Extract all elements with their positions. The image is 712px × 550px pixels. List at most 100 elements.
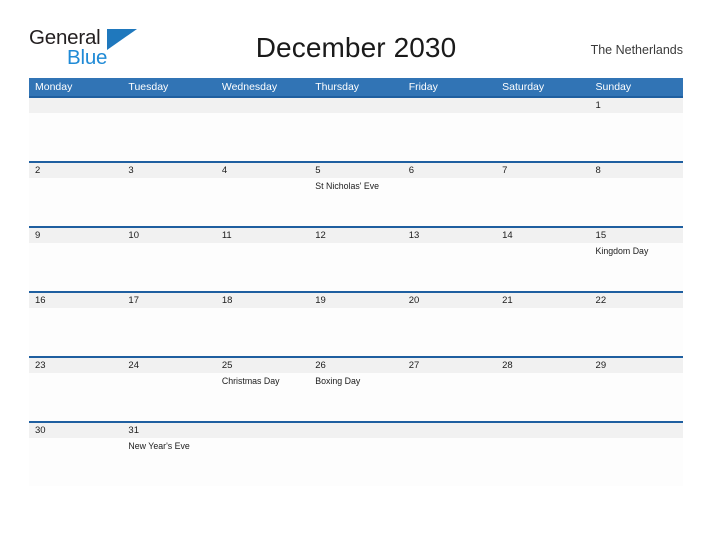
- day-number[interactable]: [496, 423, 589, 438]
- week-event-band: [29, 308, 683, 356]
- week-event-band: New Year's Eve: [29, 438, 683, 486]
- weekday-header-row: Monday Tuesday Wednesday Thursday Friday…: [29, 78, 683, 96]
- day-number[interactable]: 19: [309, 293, 402, 308]
- page-title: December 2030: [255, 32, 457, 63]
- day-event: [122, 308, 215, 356]
- day-number[interactable]: [309, 98, 402, 113]
- day-event: [29, 438, 122, 486]
- day-event: [122, 178, 215, 226]
- day-event: [29, 243, 122, 291]
- day-number[interactable]: 12: [309, 228, 402, 243]
- day-number[interactable]: [496, 98, 589, 113]
- day-event: [403, 373, 496, 421]
- day-number[interactable]: 9: [29, 228, 122, 243]
- day-number[interactable]: [216, 98, 309, 113]
- day-event: St Nicholas' Eve: [315, 181, 380, 191]
- day-number[interactable]: 25: [216, 358, 309, 373]
- day-event: [216, 113, 309, 161]
- day-number[interactable]: 11: [216, 228, 309, 243]
- day-event: [496, 243, 589, 291]
- weekday-thursday: Thursday: [315, 81, 360, 93]
- week-date-band: 2 3 4 5 6 7 8: [29, 163, 683, 178]
- day-event: [309, 243, 402, 291]
- day-number[interactable]: [309, 423, 402, 438]
- week-row: 30 31 New Year's Eve: [29, 421, 683, 486]
- week-event-band: [29, 113, 683, 161]
- day-event: [29, 178, 122, 226]
- day-number[interactable]: 18: [216, 293, 309, 308]
- day-event: Boxing Day: [315, 376, 361, 386]
- weekday-tuesday: Tuesday: [128, 81, 169, 93]
- day-event: [216, 438, 309, 486]
- weekday-saturday: Saturday: [502, 81, 545, 93]
- day-number[interactable]: [403, 98, 496, 113]
- week-row: 2 3 4 5 6 7 8 St Nicholas' Eve: [29, 161, 683, 226]
- day-number[interactable]: 17: [122, 293, 215, 308]
- day-number[interactable]: [403, 423, 496, 438]
- week-date-band: 23 24 25 26 27 28 29: [29, 358, 683, 373]
- day-number[interactable]: 15: [590, 228, 683, 243]
- day-event: [216, 243, 309, 291]
- day-event: [216, 308, 309, 356]
- day-number[interactable]: 10: [122, 228, 215, 243]
- day-number[interactable]: [590, 423, 683, 438]
- day-event: [590, 438, 683, 486]
- day-event: [496, 438, 589, 486]
- day-number[interactable]: 16: [29, 293, 122, 308]
- day-event: [403, 178, 496, 226]
- day-event: [309, 438, 402, 486]
- day-event: [309, 113, 402, 161]
- day-number[interactable]: [216, 423, 309, 438]
- day-number[interactable]: 13: [403, 228, 496, 243]
- day-number[interactable]: 26: [309, 358, 402, 373]
- day-number[interactable]: 1: [590, 98, 683, 113]
- day-event: [29, 373, 122, 421]
- weekday-monday: Monday: [35, 81, 73, 93]
- day-number[interactable]: 8: [590, 163, 683, 178]
- weekday-sunday: Sunday: [595, 81, 632, 93]
- day-number[interactable]: 3: [122, 163, 215, 178]
- day-number[interactable]: 2: [29, 163, 122, 178]
- week-event-band: Kingdom Day: [29, 243, 683, 291]
- day-number[interactable]: [29, 98, 122, 113]
- day-number[interactable]: 21: [496, 293, 589, 308]
- day-number[interactable]: 20: [403, 293, 496, 308]
- day-event: New Year's Eve: [128, 441, 190, 451]
- day-number[interactable]: 30: [29, 423, 122, 438]
- day-number[interactable]: 29: [590, 358, 683, 373]
- week-date-band: 9 10 11 12 13 14 15: [29, 228, 683, 243]
- week-date-band: 1: [29, 98, 683, 113]
- day-number[interactable]: 27: [403, 358, 496, 373]
- day-number[interactable]: 7: [496, 163, 589, 178]
- day-number[interactable]: 23: [29, 358, 122, 373]
- country-label: The Netherlands: [590, 43, 683, 57]
- day-number[interactable]: 24: [122, 358, 215, 373]
- day-event: [590, 178, 683, 226]
- day-event: [309, 308, 402, 356]
- day-event: [216, 178, 309, 226]
- week-row: 23 24 25 26 27 28 29 Christmas Day Boxin…: [29, 356, 683, 421]
- week-event-band: St Nicholas' Eve: [29, 178, 683, 226]
- day-number[interactable]: 4: [216, 163, 309, 178]
- day-event: Christmas Day: [221, 376, 280, 386]
- day-number[interactable]: 31: [122, 423, 215, 438]
- week-date-band: 30 31: [29, 423, 683, 438]
- day-event: [122, 113, 215, 161]
- day-event: [403, 308, 496, 356]
- day-event: [29, 308, 122, 356]
- calendar-page: General Blue December 2030 The Netherlan…: [0, 0, 712, 550]
- day-number[interactable]: [122, 98, 215, 113]
- day-event: [496, 373, 589, 421]
- day-number[interactable]: 5: [309, 163, 402, 178]
- week-row: 16 17 18 19 20 21 22: [29, 291, 683, 356]
- day-event: Kingdom Day: [595, 246, 649, 256]
- weekday-wednesday: Wednesday: [221, 81, 278, 93]
- week-date-band: 16 17 18 19 20 21 22: [29, 293, 683, 308]
- day-number[interactable]: 28: [496, 358, 589, 373]
- day-number[interactable]: 22: [590, 293, 683, 308]
- day-number[interactable]: 14: [496, 228, 589, 243]
- day-event: [590, 308, 683, 356]
- day-number[interactable]: 6: [403, 163, 496, 178]
- day-event: [403, 243, 496, 291]
- day-event: [590, 373, 683, 421]
